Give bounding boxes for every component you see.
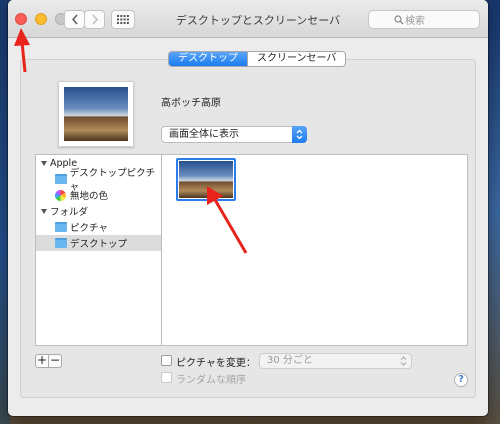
- disclosure-triangle-icon[interactable]: [41, 160, 47, 166]
- sidebar-item-pictures[interactable]: ピクチャ: [36, 219, 161, 235]
- sidebar-item-label: 無地の色: [70, 191, 109, 202]
- search-field[interactable]: 検索: [368, 10, 480, 29]
- sidebar-item-label: デスクトップ: [70, 239, 128, 250]
- change-picture-label: ピクチャを変更：: [176, 358, 256, 369]
- tab-screensaver[interactable]: スクリーンセーバ: [247, 52, 345, 66]
- sidebar-item-solid-colors[interactable]: 無地の色: [36, 187, 161, 203]
- group-folders[interactable]: フォルダ: [36, 203, 161, 219]
- group-label: フォルダ: [50, 207, 89, 218]
- random-order-label: ランダムな順序: [176, 375, 246, 386]
- chevron-right-icon: [91, 14, 98, 25]
- change-picture-checkbox[interactable]: [161, 355, 172, 366]
- search-placeholder: 検索: [405, 16, 425, 27]
- window-title: デスクトップとスクリーンセーバ: [175, 14, 341, 27]
- chevron-left-icon: [71, 14, 78, 25]
- fit-mode-value: 画面全体に表示: [169, 129, 239, 140]
- sidebar-item-desktop[interactable]: デスクトップ: [36, 235, 161, 251]
- desktop-wallpaper-right: [487, 0, 500, 424]
- picture-browser: [161, 154, 468, 346]
- color-wheel-icon: [55, 189, 66, 201]
- forward-button[interactable]: [84, 10, 105, 29]
- search-icon: [394, 15, 404, 25]
- back-button[interactable]: [64, 10, 85, 29]
- updown-arrows-icon: [400, 356, 407, 366]
- folder-icon: [55, 222, 67, 232]
- updown-arrows-icon: [292, 126, 307, 143]
- remove-folder-button[interactable]: −: [48, 354, 62, 368]
- source-list: Apple デスクトップピクチャ 無地の色 フォルダ ピクチャ デスクトップ: [35, 154, 162, 346]
- random-order-checkbox[interactable]: [161, 372, 172, 383]
- current-picture-image: [64, 87, 128, 141]
- picture-thumbnail-selected[interactable]: [176, 158, 236, 201]
- interval-dropdown[interactable]: 30 分ごと: [259, 353, 412, 369]
- disclosure-triangle-icon[interactable]: [41, 208, 47, 214]
- sidebar-item-desktop-pictures[interactable]: デスクトップピクチャ: [36, 168, 161, 193]
- sidebar-item-label: ピクチャ: [70, 223, 108, 234]
- show-all-button[interactable]: [111, 10, 135, 29]
- minimize-button[interactable]: [35, 13, 47, 25]
- close-button[interactable]: [15, 13, 27, 25]
- tab-desktop[interactable]: デスクトップ: [169, 52, 247, 66]
- interval-value: 30 分ごと: [267, 355, 313, 366]
- title-bar: デスクトップとスクリーンセーバ 検索: [8, 0, 488, 38]
- help-button[interactable]: ?: [454, 373, 468, 387]
- add-folder-button[interactable]: +: [35, 354, 49, 368]
- current-picture-preview: [58, 81, 134, 147]
- folder-icon: [55, 238, 67, 248]
- picture-name: 高ボッチ高原: [161, 98, 221, 109]
- preferences-window: デスクトップとスクリーンセーバ 検索 デスクトップ スクリーンセーバ 高ボッチ高…: [8, 0, 488, 416]
- thumbnail-image: [179, 161, 233, 198]
- folder-icon: [55, 174, 67, 184]
- grid-icon: [117, 15, 129, 24]
- tab-bar: デスクトップ スクリーンセーバ: [168, 51, 347, 67]
- fit-mode-dropdown[interactable]: 画面全体に表示: [161, 126, 307, 143]
